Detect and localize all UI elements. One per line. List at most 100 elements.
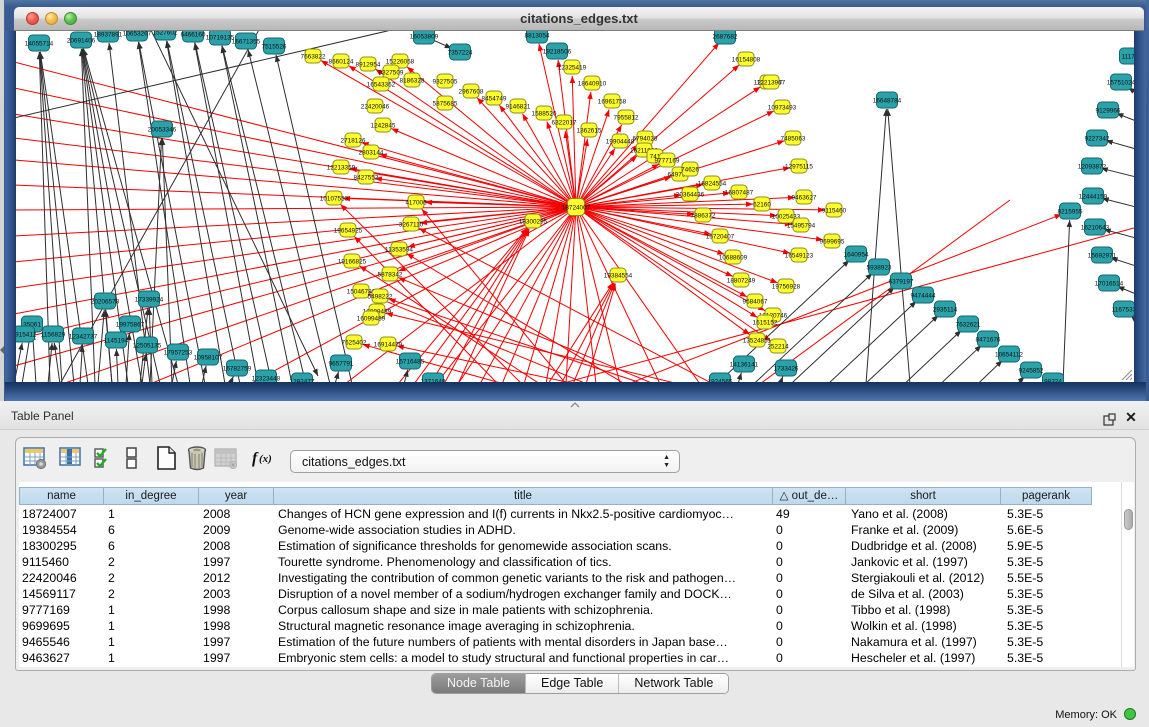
citation-edge-black[interactable] <box>98 310 104 382</box>
citation-edge-black[interactable] <box>139 42 205 382</box>
citation-edge-black[interactable] <box>866 109 886 382</box>
cell-in_degree: 1 <box>108 506 199 522</box>
citation-edge-red[interactable] <box>430 229 528 382</box>
table-row[interactable]: 1830029562008Estimation of significance … <box>19 538 1134 554</box>
select-rows-icon[interactable] <box>92 445 116 476</box>
citation-edge-black[interactable] <box>167 41 225 382</box>
graph-node-label: 20364436 <box>676 191 705 198</box>
citation-edge-black[interactable] <box>276 55 352 382</box>
table-row[interactable]: 977716911998Corpus callosum shape and si… <box>19 602 1134 618</box>
new-document-icon[interactable] <box>154 445 180 476</box>
citation-edge-red[interactable] <box>362 143 576 207</box>
citation-edge-black[interactable] <box>222 46 306 382</box>
graph-node-label: 19218506 <box>543 48 572 55</box>
cell-title: Investigating the contribution of common… <box>278 570 773 586</box>
float-window-icon[interactable] <box>1103 413 1116 426</box>
citation-edge-red[interactable] <box>16 185 576 207</box>
graph-node-label: 16543362 <box>367 81 396 88</box>
graph-node-label: 9684067 <box>743 298 768 305</box>
citation-edge-red[interactable] <box>524 207 576 382</box>
cell-out_de: 0 <box>776 650 846 666</box>
table-row[interactable]: 969969511998Structural magnetic resonanc… <box>19 618 1134 634</box>
citation-edge-red[interactable] <box>16 114 576 207</box>
table-row[interactable]: 946554611997Estimation of the future num… <box>19 634 1134 650</box>
citation-edge-red[interactable] <box>16 207 576 236</box>
citation-edge-black[interactable] <box>195 43 272 382</box>
column-header-short[interactable]: short <box>846 487 1001 505</box>
function-builder-icon[interactable]: f(x) <box>250 445 278 476</box>
cell-pagerank: 5.6E-5 <box>1007 522 1092 538</box>
citation-edge-red[interactable] <box>576 207 660 382</box>
table-row[interactable]: 2242004622012Investigating the contribut… <box>19 570 1134 586</box>
scrollbar-thumb[interactable] <box>1124 509 1133 530</box>
citation-edge-red[interactable] <box>566 207 576 382</box>
table-row[interactable]: 1456911722003Disruption of a novel membe… <box>19 586 1134 602</box>
table-settings-icon[interactable] <box>22 445 48 476</box>
tab-edge-table[interactable]: Edge Table <box>526 674 619 693</box>
citation-edge-black[interactable] <box>904 330 961 382</box>
citation-edge-black[interactable] <box>828 301 916 382</box>
svg-text:(x): (x) <box>259 453 272 465</box>
table-selector-dropdown[interactable]: citations_edges.txt ▲▼ <box>290 450 680 473</box>
split-grabber-icon[interactable] <box>569 402 581 408</box>
citation-edge-red[interactable] <box>16 160 576 207</box>
citation-edge-black[interactable] <box>941 345 982 382</box>
network-window-titlebar[interactable]: citations_edges.txt <box>14 7 1144 31</box>
graph-node-label: 16807487 <box>725 189 754 196</box>
column-header-in_degree[interactable]: in_degree <box>104 487 199 505</box>
citation-edge-red[interactable] <box>16 207 576 210</box>
edge-arrowhead <box>18 343 23 350</box>
citation-edge-black[interactable] <box>222 46 292 382</box>
edge-arrowhead <box>52 343 57 350</box>
column-header-year[interactable]: year <box>199 487 274 505</box>
citation-edge-red[interactable] <box>576 92 591 207</box>
table-row[interactable]: 1938455462009Genome-wide association stu… <box>19 522 1134 538</box>
table-row[interactable]: 1872400712008Changes of HCN gene express… <box>19 506 1134 522</box>
citation-edge-red[interactable] <box>436 207 576 382</box>
cell-pagerank: 5.3E-5 <box>1007 618 1092 634</box>
collapse-panel-icon[interactable] <box>0 346 4 354</box>
resize-grip-icon[interactable] <box>1120 368 1132 380</box>
cell-out_de: 0 <box>776 538 846 554</box>
cell-year: 2009 <box>203 522 274 538</box>
citation-edge-red[interactable] <box>389 299 644 382</box>
table-row[interactable]: 911546021997Tourette syndrome. Phenomeno… <box>19 554 1134 570</box>
citation-edge-black[interactable] <box>1063 220 1070 382</box>
citation-edge-red[interactable] <box>16 207 576 340</box>
citation-edge-black[interactable] <box>195 43 258 382</box>
citation-edge-red[interactable] <box>548 283 613 382</box>
citation-edge-black[interactable] <box>888 109 910 382</box>
tab-node-table[interactable]: Node Table <box>432 674 526 693</box>
column-header-name[interactable]: name <box>19 487 104 505</box>
graph-node-label: 15716485 <box>396 358 425 365</box>
column-select-icon[interactable] <box>58 445 84 476</box>
delete-icon[interactable] <box>184 445 210 476</box>
graph-node-label: 74626 <box>681 166 699 173</box>
citation-edge-red[interactable] <box>386 313 679 382</box>
edge-arrowhead <box>228 376 233 382</box>
citation-edge-red[interactable] <box>477 98 576 207</box>
graph-node-label: 1924565 <box>708 378 733 382</box>
column-header-out_de[interactable]: △ out_de… <box>773 487 846 505</box>
graph-node-label: 7357224 <box>448 49 473 56</box>
node-table: namein_degreeyeartitle△ out_de…shortpage… <box>19 482 1134 667</box>
cell-year: 1998 <box>203 618 274 634</box>
citation-edge-black[interactable] <box>865 315 938 382</box>
network-view-canvas[interactable]: 1405571420691406189378911065326715276026… <box>16 31 1134 382</box>
graph-node-label: 16961758 <box>598 98 627 105</box>
close-icon[interactable]: ✕ <box>1123 409 1139 425</box>
edge-arrowhead <box>107 43 112 50</box>
cell-year: 1997 <box>203 554 274 570</box>
table-row[interactable]: 946362711997Embryonic stem cells: a mode… <box>19 650 1134 666</box>
column-header-title[interactable]: title <box>274 487 773 505</box>
graph-node-label: 9245852 <box>1019 367 1044 374</box>
cell-title: Changes of HCN gene expression and I(f) … <box>278 506 773 522</box>
graph-node-label: 10719135 <box>206 34 235 41</box>
graph-node-label: 9129966 <box>1096 107 1121 114</box>
citation-edge-red[interactable] <box>16 62 576 207</box>
cell-name: 18300295 <box>22 538 104 554</box>
citation-edge-red[interactable] <box>407 67 576 207</box>
tab-network-table[interactable]: Network Table <box>619 674 728 693</box>
toggle-panels-icon[interactable] <box>124 445 140 476</box>
column-header-pagerank[interactable]: pagerank <box>1001 487 1092 505</box>
